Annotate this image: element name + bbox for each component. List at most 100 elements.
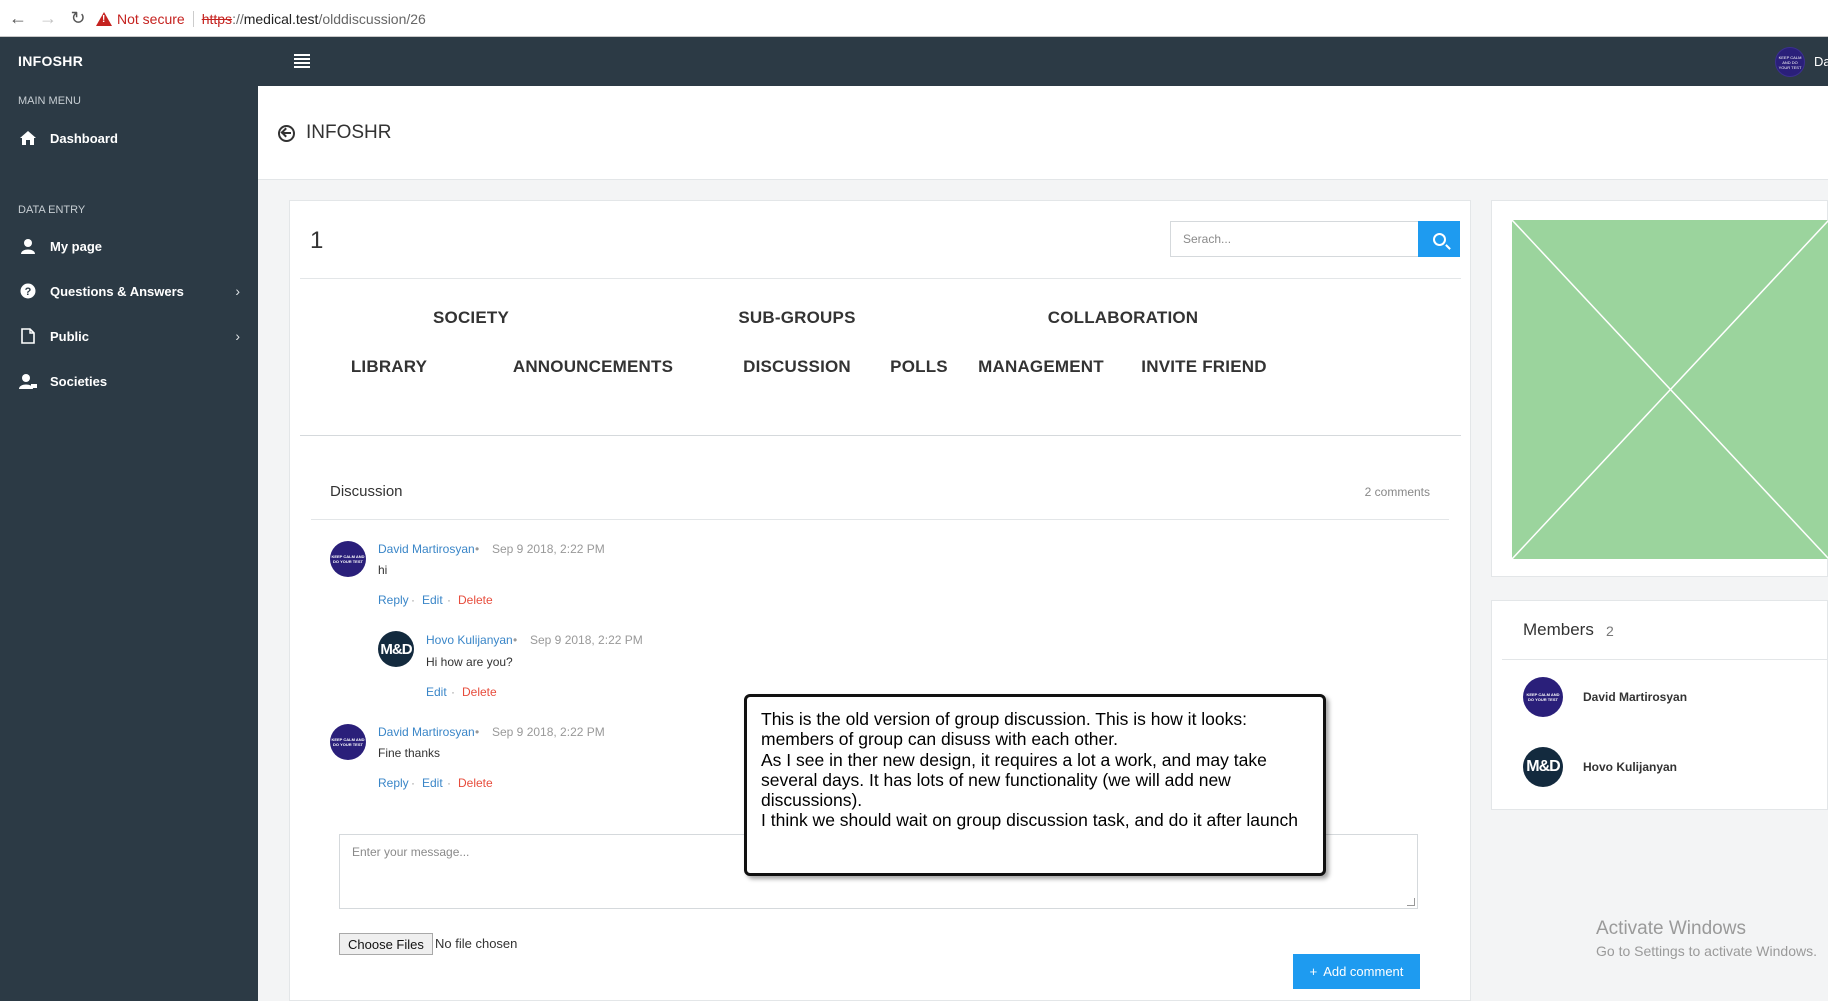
- tab-polls[interactable]: POLLS: [890, 357, 948, 377]
- message-placeholder: Enter your message...: [352, 845, 470, 859]
- members-card: Members 2 KEEP CALM AND DO YOUR TEST Dav…: [1491, 600, 1828, 810]
- annotation-callout: This is the old version of group discuss…: [744, 694, 1326, 876]
- reply-link[interactable]: Reply: [378, 593, 409, 607]
- brand-logo[interactable]: INFOSHR: [18, 53, 83, 69]
- sidebar-section-data-entry: DATA ENTRY: [18, 204, 86, 216]
- members-title: Members: [1523, 620, 1594, 639]
- address-bar[interactable]: Not secure https://medical.test/olddiscu…: [96, 6, 1824, 31]
- search-bar: [1170, 221, 1462, 257]
- tab-library[interactable]: LIBRARY: [351, 357, 427, 377]
- comment-text: hi: [378, 563, 388, 577]
- security-warning[interactable]: Not secure: [96, 10, 194, 27]
- sidebar-item-my-page[interactable]: My page: [18, 234, 240, 258]
- question-circle-icon: ?: [18, 282, 38, 300]
- svg-text:?: ?: [25, 286, 32, 298]
- url-host: medical.test: [243, 10, 319, 27]
- sidebar: MAIN MENU Dashboard DATA ENTRY My page ?…: [0, 86, 258, 1001]
- sidebar-item-public[interactable]: Public ›: [18, 324, 240, 348]
- sidebar-item-questions-answers[interactable]: ? Questions & Answers ›: [18, 279, 240, 303]
- avatar[interactable]: KEEP CALM AND DO YOUR TEST: [330, 541, 366, 577]
- tab-announcements[interactable]: ANNOUNCEMENTS: [513, 357, 673, 377]
- warning-icon: [96, 11, 112, 26]
- discussion-title: Discussion: [330, 483, 403, 500]
- resize-handle-icon[interactable]: [1407, 898, 1415, 906]
- url-separator: ://: [232, 10, 244, 27]
- tab-discussion[interactable]: DISCUSSION: [743, 357, 851, 377]
- separator-dot: ·: [447, 776, 451, 790]
- search-button[interactable]: [1418, 221, 1460, 257]
- tab-management[interactable]: MANAGEMENT: [978, 357, 1104, 377]
- activation-watermark-subtitle: Go to Settings to activate Windows.: [1596, 943, 1817, 959]
- activation-watermark-title: Activate Windows: [1596, 918, 1746, 939]
- comment-author[interactable]: David Martirosyan: [378, 542, 475, 556]
- sidebar-item-label: Public: [50, 328, 90, 344]
- page-title-bar: INFOSHR: [258, 86, 1828, 180]
- comment-author[interactable]: David Martirosyan: [378, 725, 475, 739]
- sidebar-item-label: Dashboard: [50, 130, 118, 146]
- delete-link[interactable]: Delete: [458, 593, 493, 607]
- delete-link[interactable]: Delete: [458, 776, 493, 790]
- annotation-line: members of group can disuss with each ot…: [761, 729, 1118, 750]
- chevron-right-icon: ›: [235, 328, 240, 344]
- avatar[interactable]: M&D: [1523, 747, 1563, 787]
- back-arrow-icon[interactable]: ←: [6, 6, 30, 30]
- separator-dot: ·: [451, 685, 455, 699]
- tab-sub-groups[interactable]: SUB-GROUPS: [738, 308, 855, 328]
- search-icon: [1432, 232, 1446, 246]
- avatar[interactable]: M&D: [378, 631, 414, 667]
- security-label: Not secure: [117, 10, 185, 27]
- separator-dot: •: [513, 633, 518, 647]
- browser-toolbar: ← → ↻ Not secure https://medical.test/ol…: [0, 0, 1828, 37]
- member-name[interactable]: David Martirosyan: [1583, 690, 1687, 704]
- separator-dot: ·: [447, 593, 451, 607]
- menu-toggle-icon[interactable]: [294, 54, 310, 68]
- add-comment-button[interactable]: + Add comment: [1293, 954, 1420, 989]
- divider: [1502, 659, 1828, 660]
- edit-link[interactable]: Edit: [426, 685, 447, 699]
- delete-link[interactable]: Delete: [462, 685, 497, 699]
- choose-files-button[interactable]: Choose Files: [339, 933, 433, 955]
- search-input[interactable]: [1170, 221, 1418, 257]
- user-name[interactable]: Da: [1814, 54, 1828, 69]
- separator-dot: •: [475, 542, 480, 556]
- sidebar-item-label: Societies: [50, 373, 108, 389]
- divider: [311, 519, 1449, 520]
- edit-link[interactable]: Edit: [422, 776, 443, 790]
- tab-collaboration[interactable]: COLLABORATION: [1048, 308, 1199, 328]
- group-id: 1: [310, 227, 324, 254]
- members-count: 2: [1606, 623, 1614, 639]
- separator-dot: ·: [411, 776, 415, 790]
- annotation-line: As I see in ther new design, it requires…: [761, 749, 1267, 811]
- sidebar-item-label: My page: [50, 238, 103, 254]
- comment-count: 2 comments: [1364, 485, 1430, 499]
- user-avatar[interactable]: KEEP CALM AND DO YOUR TEST: [1775, 47, 1805, 77]
- comment-author[interactable]: Hovo Kulijanyan: [426, 633, 513, 647]
- sidebar-item-societies[interactable]: Societies: [18, 369, 240, 393]
- file-icon: [18, 327, 38, 345]
- comment-timestamp: Sep 9 2018, 2:22 PM: [492, 725, 605, 739]
- back-circle-icon[interactable]: [278, 125, 295, 142]
- avatar[interactable]: KEEP CALM AND DO YOUR TEST: [330, 724, 366, 760]
- chevron-right-icon: ›: [235, 283, 240, 299]
- plus-icon: +: [1309, 964, 1318, 979]
- reply-link[interactable]: Reply: [378, 776, 409, 790]
- tab-society[interactable]: SOCIETY: [433, 308, 509, 328]
- divider: [300, 278, 1461, 279]
- member-name[interactable]: Hovo Kulijanyan: [1583, 760, 1677, 774]
- avatar[interactable]: KEEP CALM AND DO YOUR TEST: [1523, 677, 1563, 717]
- annotation-line: I think we should wait on group discussi…: [761, 810, 1298, 831]
- edit-link[interactable]: Edit: [422, 593, 443, 607]
- divider: [300, 435, 1461, 436]
- comment-timestamp: Sep 9 2018, 2:22 PM: [530, 633, 643, 647]
- image-placeholder: [1512, 220, 1828, 559]
- home-icon: [18, 129, 38, 147]
- separator-dot: ·: [411, 593, 415, 607]
- annotation-line: This is the old version of group discuss…: [761, 709, 1248, 729]
- page-title: INFOSHR: [306, 122, 392, 143]
- url-scheme: https: [201, 10, 233, 27]
- sidebar-item-dashboard[interactable]: Dashboard: [18, 126, 240, 150]
- tab-invite-friend[interactable]: INVITE FRIEND: [1141, 357, 1266, 377]
- reload-icon[interactable]: ↻: [66, 6, 90, 30]
- forward-arrow-icon[interactable]: →: [36, 6, 60, 30]
- url-path: /olddiscussion/26: [318, 10, 426, 27]
